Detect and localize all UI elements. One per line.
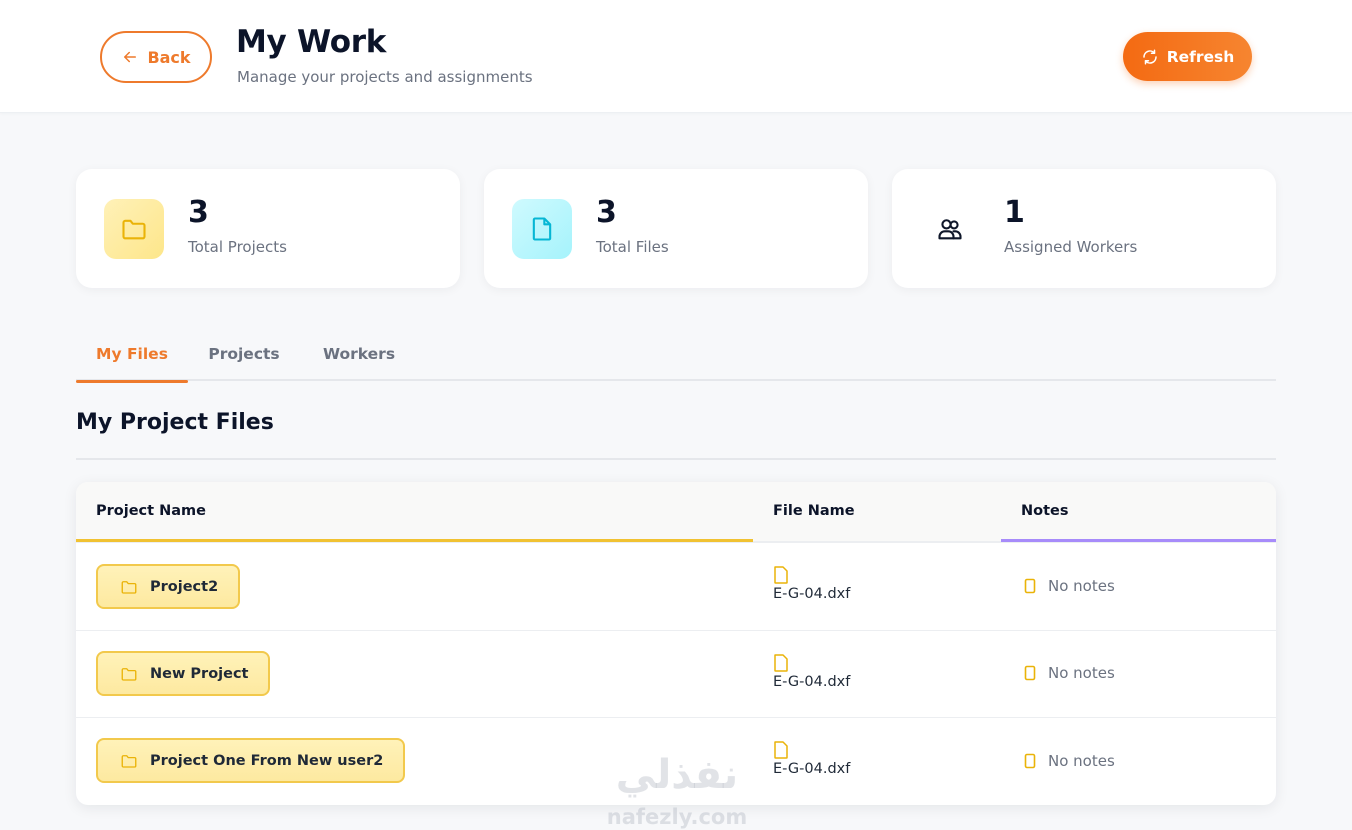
project-name: Project2 bbox=[150, 578, 219, 595]
file-name: E-G-04.dxf bbox=[773, 674, 851, 690]
files-table: Project Name File Name Notes Project2 E-… bbox=[76, 482, 1276, 805]
page-header: Back My Work Manage your projects and as… bbox=[0, 0, 1352, 113]
stat-card-files: 3 Total Files bbox=[484, 169, 868, 288]
stat-value: 3 bbox=[188, 195, 209, 230]
folder-icon bbox=[121, 754, 137, 768]
stat-value: 1 bbox=[1004, 195, 1025, 230]
tab-projects[interactable]: Projects bbox=[200, 327, 288, 380]
folder-icon bbox=[121, 667, 137, 681]
stat-card-projects: 3 Total Projects bbox=[76, 169, 460, 288]
table-row: Project2 E-G-04.dxf No notes bbox=[76, 542, 1276, 630]
page-subtitle: Manage your projects and assignments bbox=[237, 68, 533, 86]
file-icon bbox=[512, 199, 572, 259]
file-name: E-G-04.dxf bbox=[773, 586, 851, 602]
notes-text: No notes bbox=[1048, 577, 1115, 595]
stat-label: Assigned Workers bbox=[1004, 238, 1138, 256]
project-name: Project One From New user2 bbox=[150, 752, 384, 769]
back-button[interactable]: Back bbox=[100, 31, 212, 83]
notes-cell: No notes bbox=[1024, 752, 1115, 770]
table-row: New Project E-G-04.dxf No notes bbox=[76, 630, 1276, 718]
watermark-latin: nafezly.com bbox=[607, 805, 747, 829]
column-header-notes[interactable]: Notes bbox=[1021, 482, 1069, 540]
section-title: My Project Files bbox=[76, 410, 274, 435]
note-icon bbox=[1024, 578, 1036, 594]
folder-icon bbox=[104, 199, 164, 259]
project-name: New Project bbox=[150, 665, 249, 682]
back-button-label: Back bbox=[147, 47, 191, 67]
column-header-project[interactable]: Project Name bbox=[96, 482, 206, 540]
refresh-icon bbox=[1142, 49, 1157, 64]
note-icon bbox=[1024, 665, 1036, 681]
project-chip[interactable]: Project2 bbox=[96, 564, 241, 609]
refresh-button[interactable]: Refresh bbox=[1123, 32, 1252, 81]
page-title: My Work bbox=[236, 24, 387, 60]
file-name: E-G-04.dxf bbox=[773, 761, 851, 777]
project-chip[interactable]: Project One From New user2 bbox=[96, 738, 406, 783]
file-icon bbox=[774, 741, 788, 759]
folder-icon bbox=[121, 580, 137, 594]
stat-label: Total Projects bbox=[188, 238, 287, 256]
file-cell[interactable]: E-G-04.dxf bbox=[773, 654, 850, 690]
tab-bar: My Files Projects Workers bbox=[76, 327, 1276, 383]
file-cell[interactable]: E-G-04.dxf bbox=[773, 566, 850, 602]
stat-value: 3 bbox=[596, 195, 617, 230]
file-cell[interactable]: E-G-04.dxf bbox=[773, 741, 850, 777]
tab-my-files[interactable]: My Files bbox=[76, 327, 188, 383]
section-divider bbox=[76, 458, 1276, 460]
arrow-left-icon bbox=[124, 51, 137, 63]
stat-card-workers: 1 Assigned Workers bbox=[892, 169, 1276, 288]
notes-cell: No notes bbox=[1024, 577, 1115, 595]
tab-workers[interactable]: Workers bbox=[314, 327, 404, 380]
note-icon bbox=[1024, 753, 1036, 769]
stat-label: Total Files bbox=[596, 238, 669, 256]
table-row: Project One From New user2 E-G-04.dxf No… bbox=[76, 717, 1276, 805]
users-icon bbox=[920, 199, 980, 259]
project-chip[interactable]: New Project bbox=[96, 651, 271, 696]
refresh-button-label: Refresh bbox=[1166, 47, 1235, 66]
column-header-file[interactable]: File Name bbox=[773, 482, 855, 540]
file-icon bbox=[774, 654, 788, 672]
notes-text: No notes bbox=[1048, 752, 1115, 770]
notes-cell: No notes bbox=[1024, 664, 1115, 682]
table-header: Project Name File Name Notes bbox=[76, 482, 1276, 543]
file-icon bbox=[774, 566, 788, 584]
notes-text: No notes bbox=[1048, 664, 1115, 682]
